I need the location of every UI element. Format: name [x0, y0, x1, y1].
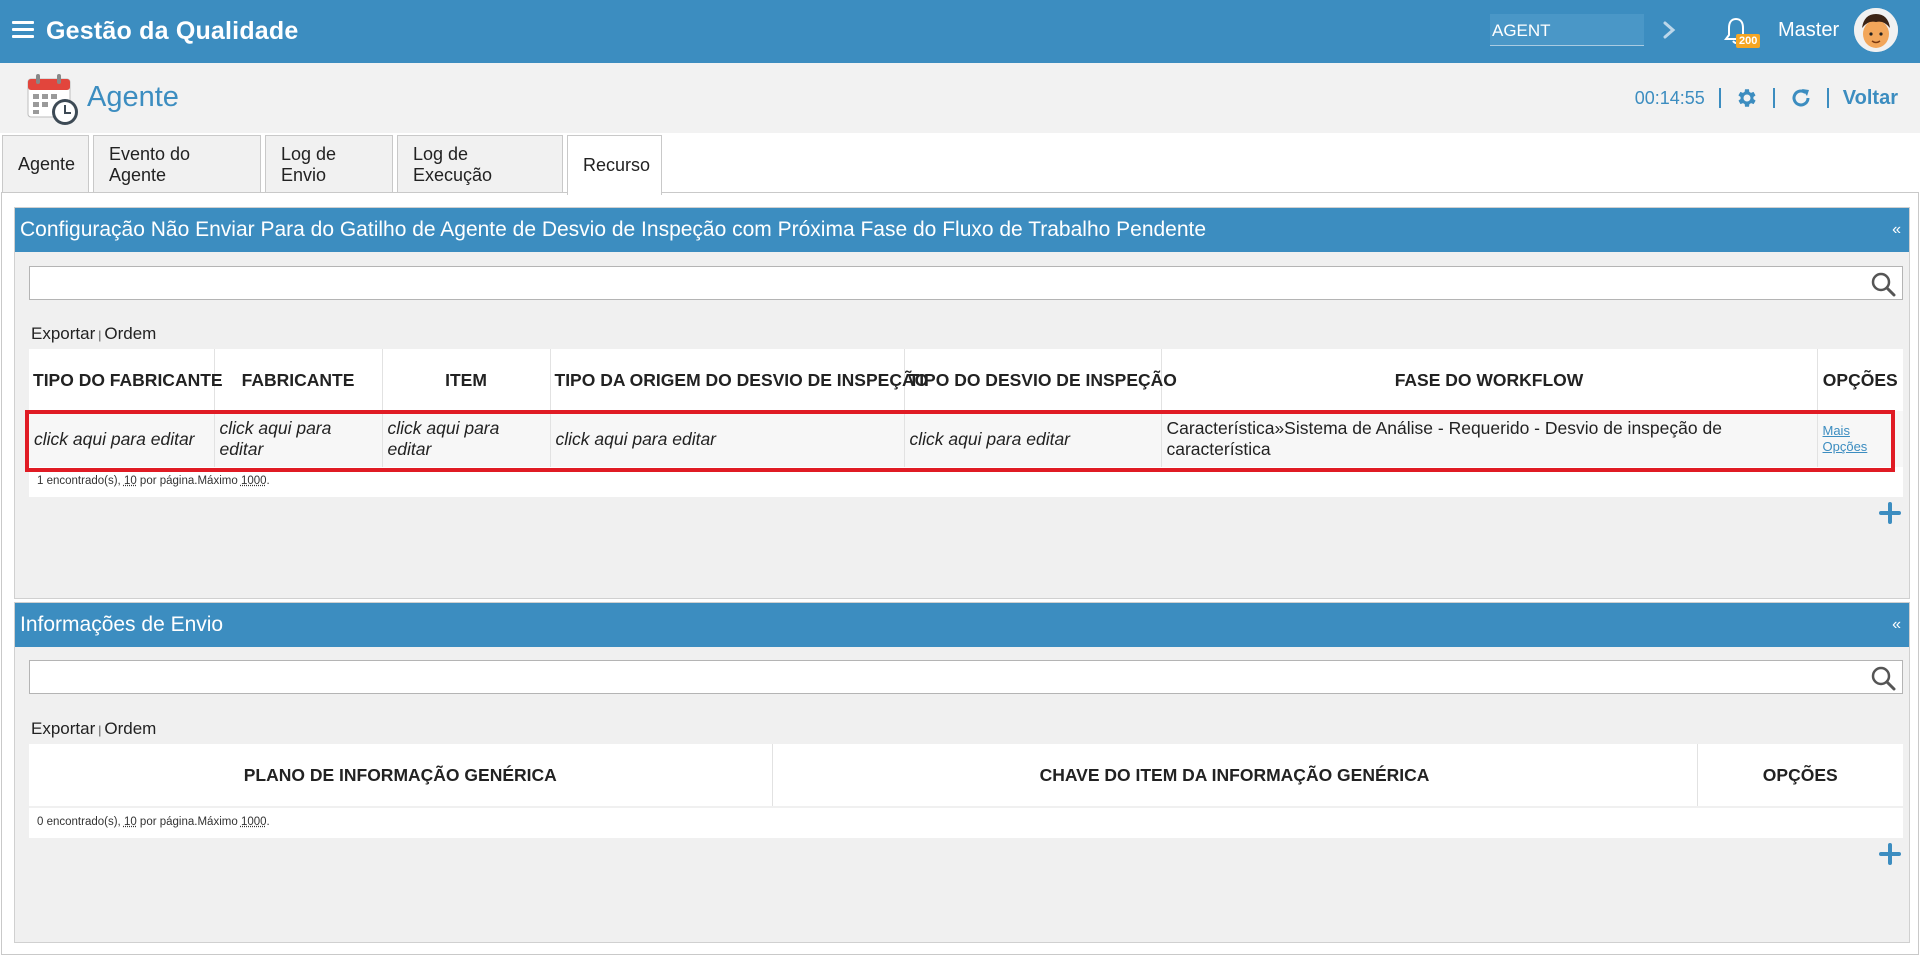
refresh-icon[interactable]	[1789, 86, 1813, 110]
tab-log-de-envio[interactable]: Log de Envio	[265, 135, 393, 193]
column-header[interactable]: ITEM	[382, 349, 551, 411]
user-name[interactable]: Master	[1778, 19, 1839, 42]
search-icon[interactable]	[1870, 271, 1896, 297]
column-header[interactable]: PLANO DE INFORMAÇÃO GENÉRICA	[29, 744, 773, 806]
pager-end: .	[266, 475, 270, 487]
editable-cell[interactable]: click aqui para editar	[382, 411, 551, 467]
plus-icon[interactable]	[1879, 502, 1901, 524]
column-header[interactable]: TIPO DO FABRICANTE	[29, 349, 223, 411]
tab-bar: Agente Evento do Agente Log de Envio Log…	[2, 135, 662, 195]
results-count: 1 encontrado(s),	[37, 475, 124, 487]
session-timer: 00:14:55	[1634, 87, 1705, 108]
per-page-selector[interactable]: 10	[124, 475, 137, 487]
editable-cell[interactable]: click aqui para editar	[29, 411, 215, 467]
pagination-info: 0 encontrado(s), 10 por página.Máximo 10…	[29, 808, 1903, 838]
order-link[interactable]: Ordem	[104, 324, 156, 343]
column-header[interactable]: FASE DO WORKFLOW	[1161, 349, 1818, 411]
header-toolbar: 00:14:55 Voltar	[1635, 85, 1898, 111]
column-header[interactable]: CHAVE DO ITEM DA INFORMAÇÃO GENÉRICA	[772, 744, 1698, 806]
max-selector[interactable]: 1000	[241, 816, 267, 828]
data-table: TIPO DO FABRICANTE FABRICANTE ITEM TIPO …	[29, 349, 1903, 467]
plus-icon[interactable]	[1879, 843, 1901, 865]
order-link[interactable]: Ordem	[104, 719, 156, 738]
pager-end: .	[266, 816, 270, 828]
column-header[interactable]: TIPO DO DESVIO DE INSPEÇÃO	[904, 349, 1177, 411]
back-link[interactable]: Voltar	[1843, 87, 1898, 110]
export-link[interactable]: Exportar	[31, 324, 95, 343]
panel-search-box	[29, 266, 1903, 300]
data-table: PLANO DE INFORMAÇÃO GENÉRICA CHAVE DO IT…	[29, 744, 1903, 806]
page-title: Agente	[87, 81, 179, 113]
top-bar: Gestão da Qualidade 200 Master	[0, 0, 1920, 63]
app-title: Gestão da Qualidade	[46, 17, 299, 45]
menu-icon[interactable]	[12, 21, 34, 39]
search-input[interactable]	[30, 661, 1860, 693]
table-header-row: TIPO DO FABRICANTE FABRICANTE ITEM TIPO …	[29, 349, 1903, 411]
link-divider: |	[98, 723, 102, 737]
more-options-link[interactable]: Mais	[1823, 423, 1899, 439]
column-header[interactable]: OPÇÕES	[1817, 349, 1903, 411]
gear-icon[interactable]	[1735, 86, 1759, 110]
max-selector[interactable]: 1000	[241, 475, 267, 487]
pagination-info: 1 encontrado(s), 10 por página.Máximo 10…	[29, 467, 1903, 497]
collapse-icon[interactable]: «	[1892, 221, 1901, 239]
panel-title: Configuração Não Enviar Para do Gatilho …	[20, 218, 1207, 241]
results-count: 0 encontrado(s),	[37, 816, 124, 828]
tab-recurso[interactable]: Recurso	[567, 135, 662, 195]
editable-cell[interactable]: click aqui para editar	[904, 411, 1162, 467]
tab-agente[interactable]: Agente	[2, 135, 89, 193]
panel-header: Configuração Não Enviar Para do Gatilho …	[15, 208, 1909, 252]
avatar[interactable]	[1854, 8, 1898, 52]
collapse-icon[interactable]: «	[1892, 616, 1901, 634]
table-row: click aqui para editar click aqui para e…	[29, 411, 1903, 467]
per-page-selector[interactable]: 10	[124, 816, 137, 828]
table-actions: Exportar | Ordem	[31, 324, 156, 344]
export-link[interactable]: Exportar	[31, 719, 95, 738]
chevron-right-icon[interactable]	[1658, 18, 1680, 42]
tab-evento-do-agente[interactable]: Evento do Agente	[93, 135, 261, 193]
panel-search-box	[29, 660, 1903, 694]
options-cell: Mais Opções	[1817, 411, 1903, 467]
panel-send-info: Informações de Envio « Exportar | Ordem PL…	[14, 602, 1910, 943]
column-header[interactable]: OPÇÕES	[1697, 744, 1903, 806]
per-page-suffix: por página.Máximo	[136, 816, 241, 828]
calendar-clock-icon	[27, 74, 78, 125]
global-search-input[interactable]	[1490, 14, 1644, 46]
editable-cell[interactable]: click aqui para editar	[550, 411, 905, 467]
search-icon[interactable]	[1870, 665, 1896, 691]
toolbar-divider	[1826, 88, 1829, 108]
search-input[interactable]	[30, 267, 1860, 299]
more-options-link[interactable]: Opções	[1823, 439, 1899, 455]
page-header: Agente 00:14:55 Voltar	[0, 63, 1920, 133]
panel-header: Informações de Envio «	[15, 603, 1909, 647]
panel-configuration: Configuração Não Enviar Para do Gatilho …	[14, 207, 1910, 599]
table-header-row: PLANO DE INFORMAÇÃO GENÉRICA CHAVE DO IT…	[29, 744, 1903, 806]
editable-cell[interactable]: click aqui para editar	[214, 411, 383, 467]
column-header[interactable]: TIPO DA ORIGEM DO DESVIO DE INSPEÇÃO	[550, 349, 928, 411]
link-divider: |	[98, 328, 102, 342]
notification-badge: 200	[1736, 34, 1761, 48]
column-header[interactable]: FABRICANTE	[214, 349, 383, 411]
toolbar-divider	[1772, 88, 1775, 108]
workflow-phase-cell[interactable]: Característica»Sistema de Análise - Requ…	[1161, 411, 1818, 467]
table-actions: Exportar | Ordem	[31, 719, 156, 739]
toolbar-divider	[1718, 88, 1721, 108]
tab-log-de-execucao[interactable]: Log de Execução	[397, 135, 563, 193]
per-page-suffix: por página.Máximo	[136, 475, 241, 487]
panel-title: Informações de Envio	[20, 613, 224, 636]
